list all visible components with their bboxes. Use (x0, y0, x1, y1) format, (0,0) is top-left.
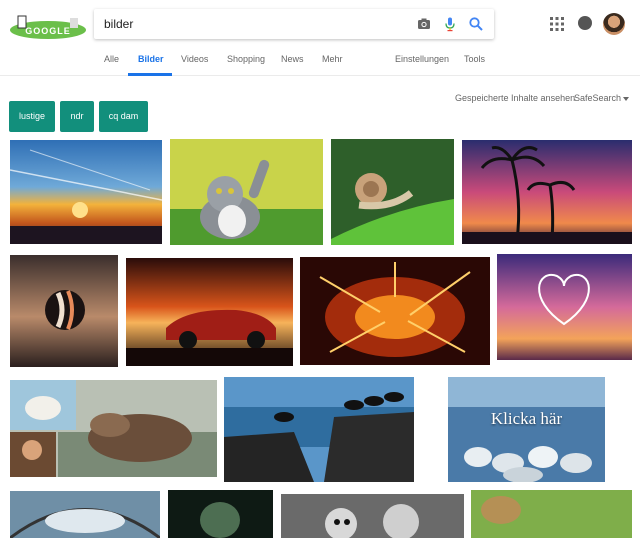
safesearch-dropdown[interactable]: SafeSearch (574, 93, 630, 103)
tab-news[interactable]: News (281, 54, 304, 64)
header: GOOGLE Alle Bilder Videos (0, 0, 640, 76)
tab-einstellungen[interactable]: Einstellungen (395, 54, 449, 64)
image-green-landscape[interactable] (471, 490, 632, 538)
apps-grid-icon[interactable] (550, 17, 564, 31)
avatar[interactable] (603, 13, 625, 35)
image-beach-stones-klicka[interactable]: Klicka här (448, 377, 605, 482)
image-fire-sparks[interactable] (300, 257, 490, 365)
image-animal-collage[interactable] (10, 380, 217, 477)
image-sunset-sky[interactable] (10, 140, 162, 244)
logo-text: GOOGLE (25, 26, 71, 36)
image-dark-creature[interactable] (168, 490, 273, 538)
image-red-car[interactable] (126, 258, 293, 366)
image-dome[interactable] (10, 491, 160, 538)
search-icon[interactable] (468, 16, 484, 32)
chip-lustige[interactable]: lustige (9, 101, 55, 132)
image-lemurs[interactable] (281, 494, 464, 538)
caret-down-icon (623, 96, 630, 101)
tab-shopping[interactable]: Shopping (227, 54, 265, 64)
tab-alle[interactable]: Alle (104, 54, 119, 64)
search-box (94, 9, 494, 39)
microphone-icon[interactable] (442, 16, 458, 32)
image-snail[interactable] (331, 139, 454, 245)
image-waving-cat[interactable] (170, 139, 323, 245)
safesearch-label: SafeSearch (574, 93, 622, 103)
saved-content-link[interactable]: Gespeicherte Inhalte ansehen (455, 93, 575, 103)
active-tab-indicator (128, 73, 172, 76)
image-surreal-sphere[interactable] (10, 255, 118, 367)
notifications-icon[interactable] (578, 16, 592, 30)
search-input[interactable] (104, 9, 404, 39)
tab-tools[interactable]: Tools (464, 54, 485, 64)
tab-videos[interactable]: Videos (181, 54, 208, 64)
tab-mehr[interactable]: Mehr (322, 54, 343, 64)
image-palm-sunset[interactable] (462, 140, 632, 244)
klicka-caption: Klicka här (490, 409, 563, 428)
image-penguins-jumping[interactable] (224, 377, 414, 482)
chip-ndr[interactable]: ndr (60, 101, 94, 132)
tab-bar: Alle Bilder Videos Shopping News Mehr Ei… (0, 48, 640, 76)
tab-bilder[interactable]: Bilder (138, 54, 164, 64)
chip-cq-dam[interactable]: cq dam (99, 101, 148, 132)
image-heart-couple[interactable] (497, 254, 632, 366)
google-doodle-logo[interactable]: GOOGLE (8, 12, 88, 40)
camera-icon[interactable] (416, 16, 432, 32)
